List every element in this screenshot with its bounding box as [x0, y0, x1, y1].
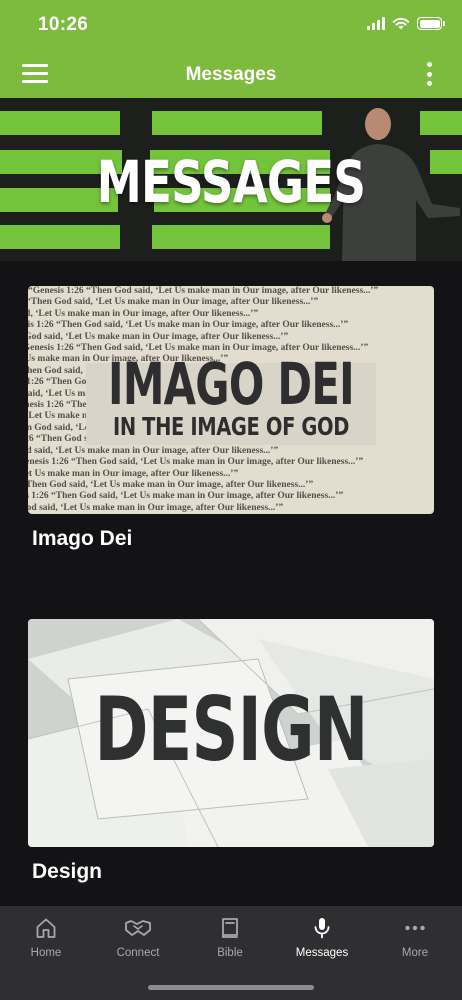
artwork-title: IMAGO DEI [108, 350, 355, 418]
tab-label: Home [30, 947, 62, 959]
message-card-imago-dei[interactable]: “Genesis 1:26 “Then God said, ‘Let Us ma… [28, 286, 434, 551]
message-title: Design [32, 860, 103, 883]
tab-home[interactable]: Home [0, 916, 92, 959]
book-icon [222, 918, 238, 938]
microphone-icon [314, 918, 330, 939]
wifi-icon [392, 17, 410, 30]
cellular-signal-icon [367, 17, 385, 30]
page-title: Messages [185, 64, 277, 85]
top-bar: 10:26 Messages [0, 0, 462, 98]
message-artwork: “Genesis 1:26 “Then God said, ‘Let Us ma… [28, 286, 434, 514]
tab-more[interactable]: More [369, 916, 461, 959]
home-icon [36, 918, 56, 938]
ellipsis-icon [405, 925, 425, 931]
overflow-menu-icon[interactable] [426, 62, 432, 86]
status-time: 10:26 [38, 14, 89, 35]
tab-label: Bible [217, 947, 243, 959]
tab-label: More [401, 947, 429, 959]
status-bar: 10:26 [0, 0, 462, 50]
tab-label: Connect [116, 947, 160, 959]
message-card-design[interactable]: DESIGN Design [28, 619, 434, 884]
artwork-title: DESIGN [94, 678, 368, 781]
tab-messages[interactable]: Messages [276, 916, 368, 959]
message-title: Imago Dei [32, 527, 133, 550]
tab-connect[interactable]: Connect [92, 916, 184, 959]
battery-icon [417, 17, 445, 30]
app-bar: Messages [0, 50, 462, 98]
hero-banner: MESSAGES [0, 98, 462, 261]
tab-label: Messages [295, 947, 349, 959]
system-icons [367, 17, 445, 30]
hero-title: MESSAGES [96, 148, 366, 216]
handshake-icon [125, 920, 151, 936]
home-indicator[interactable] [148, 985, 314, 990]
tab-bible[interactable]: Bible [184, 916, 276, 959]
message-artwork: DESIGN [28, 619, 434, 847]
artwork-subtitle: IN THE IMAGE OF GOD [112, 412, 349, 441]
